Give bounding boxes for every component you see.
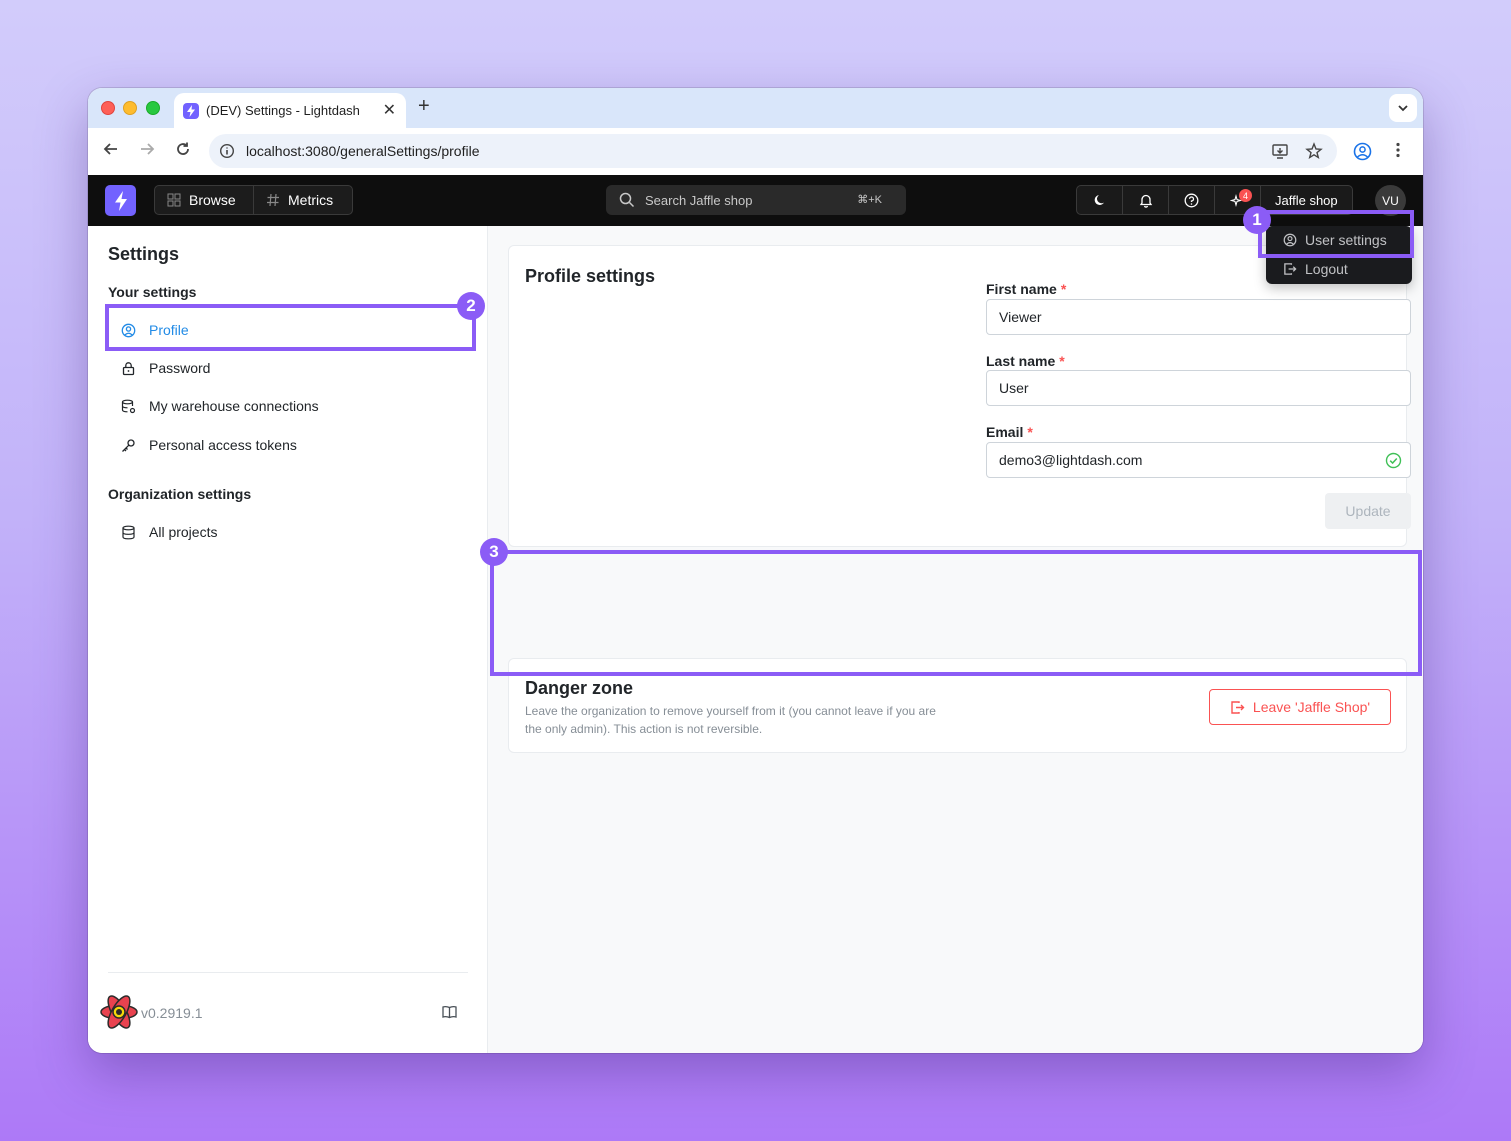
profile-settings-card: Profile settings First name * Viewer Last… (508, 245, 1411, 547)
first-name-input[interactable]: Viewer (986, 299, 1411, 335)
close-window-button[interactable] (101, 101, 115, 115)
required-mark: * (1059, 353, 1065, 369)
leave-organization-label: Leave 'Jaffle Shop' (1252, 699, 1371, 715)
lightdash-favicon-icon (183, 103, 199, 119)
search-shortcut: ⌘+K (857, 194, 882, 206)
zoom-window-button[interactable] (146, 101, 160, 115)
url-text[interactable]: localhost:3080/generalSettings/profile (246, 143, 480, 159)
last-name-input[interactable]: User (986, 370, 1411, 406)
sidebar-item-password[interactable]: Password (108, 350, 470, 386)
annotation-badge-2: 2 (457, 292, 485, 320)
annotation-box-user-settings (1258, 210, 1414, 258)
install-app-icon[interactable] (1271, 142, 1289, 160)
last-name-label-text: Last name (986, 353, 1056, 369)
tab-close-icon[interactable]: ✕ (383, 100, 396, 120)
leave-organization-button[interactable]: Leave 'Jaffle Shop' (1209, 689, 1391, 725)
key-icon (122, 438, 135, 452)
search-input[interactable]: Search Jaffle shop ⌘+K (606, 185, 906, 215)
notification-badge: 4 (1239, 189, 1252, 202)
sidebar-item-label: My warehouse connections (149, 398, 319, 414)
forward-arrow-icon[interactable] (139, 141, 155, 162)
annotation-box-danger-zone (490, 550, 1422, 676)
logout-icon (1284, 263, 1297, 275)
moon-icon (1094, 195, 1104, 205)
lock-icon (122, 361, 135, 375)
organization-settings-heading: Organization settings (108, 486, 252, 502)
grid-icon (167, 193, 181, 207)
last-name-label: Last name * (986, 353, 1065, 369)
sidebar-divider (108, 972, 468, 973)
required-mark: * (1060, 281, 1067, 297)
theme-toggle-button[interactable] (1076, 185, 1123, 215)
sidebar-item-label: Personal access tokens (149, 437, 297, 453)
your-settings-heading: Your settings (108, 284, 197, 300)
browse-button[interactable]: Browse (154, 185, 254, 215)
required-mark: * (1027, 424, 1033, 440)
update-button[interactable]: Update (1325, 493, 1411, 529)
menu-item-label: Logout (1305, 261, 1348, 277)
sidebar-item-label: Password (149, 360, 211, 376)
email-input[interactable]: demo3@lightdash.com (986, 442, 1411, 478)
new-tab-button[interactable]: + (418, 95, 430, 118)
search-icon (619, 192, 635, 208)
reload-icon[interactable] (175, 141, 191, 162)
metrics-button[interactable]: Metrics (253, 185, 353, 215)
hash-icon (267, 193, 279, 207)
annotation-badge-3: 3 (480, 538, 508, 566)
app-version: v0.2919.1 (141, 1005, 203, 1021)
bookmark-star-icon[interactable] (1305, 142, 1323, 160)
tab-title: (DEV) Settings - Lightdash (206, 103, 360, 118)
sidebar-item-all-projects[interactable]: All projects (108, 514, 470, 550)
app-header: Browse Metrics Search Jaffle shop ⌘+K 4 (88, 175, 1423, 226)
profile-icon[interactable] (1353, 142, 1372, 161)
browser-tab[interactable]: (DEV) Settings - Lightdash ✕ (174, 93, 406, 128)
help-button[interactable] (1168, 185, 1215, 215)
annotation-badge-1: 1 (1243, 206, 1271, 234)
email-label-text: Email (986, 424, 1024, 440)
book-icon[interactable] (442, 1005, 457, 1024)
browse-label: Browse (189, 192, 236, 208)
email-label: Email * (986, 424, 1033, 440)
database-icon (122, 525, 135, 539)
sidebar-item-access-tokens[interactable]: Personal access tokens (108, 427, 470, 463)
minimize-window-button[interactable] (123, 101, 137, 115)
first-name-label: First name * (986, 281, 1066, 297)
help-circle-icon (1184, 193, 1199, 207)
bell-icon (1139, 194, 1152, 208)
annotation-box-profile (105, 304, 476, 351)
tab-search-button[interactable] (1389, 94, 1417, 122)
danger-zone-description: Leave the organization to remove yoursel… (525, 704, 936, 736)
tab-strip: (DEV) Settings - Lightdash ✕ + (88, 88, 1423, 128)
chevron-down-icon (1398, 105, 1408, 112)
lightdash-logo-icon[interactable] (105, 185, 136, 216)
notifications-button[interactable] (1122, 185, 1169, 215)
profile-settings-title: Profile settings (525, 266, 656, 286)
back-arrow-icon[interactable] (103, 141, 119, 162)
site-info-icon[interactable] (219, 143, 235, 159)
sidebar-item-label: All projects (149, 524, 218, 540)
logout-menu-item[interactable]: Logout (1266, 255, 1412, 283)
danger-zone-title: Danger zone (525, 678, 634, 698)
address-bar[interactable]: localhost:3080/generalSettings/profile (209, 134, 1337, 168)
metrics-label: Metrics (288, 192, 334, 208)
email-value: demo3@lightdash.com (999, 452, 1143, 468)
react-devtools-icon[interactable] (98, 992, 140, 1037)
search-placeholder: Search Jaffle shop (645, 193, 753, 208)
sidebar-item-warehouse-connections[interactable]: My warehouse connections (108, 388, 470, 424)
browser-toolbar: localhost:3080/generalSettings/profile (88, 128, 1423, 175)
sidebar-title: Settings (108, 244, 180, 264)
logout-icon (1231, 700, 1245, 714)
browser-menu-icon[interactable] (1396, 142, 1400, 158)
first-name-label-text: First name (986, 281, 1057, 297)
database-cog-icon (121, 399, 136, 413)
check-circle-icon (1385, 452, 1402, 469)
